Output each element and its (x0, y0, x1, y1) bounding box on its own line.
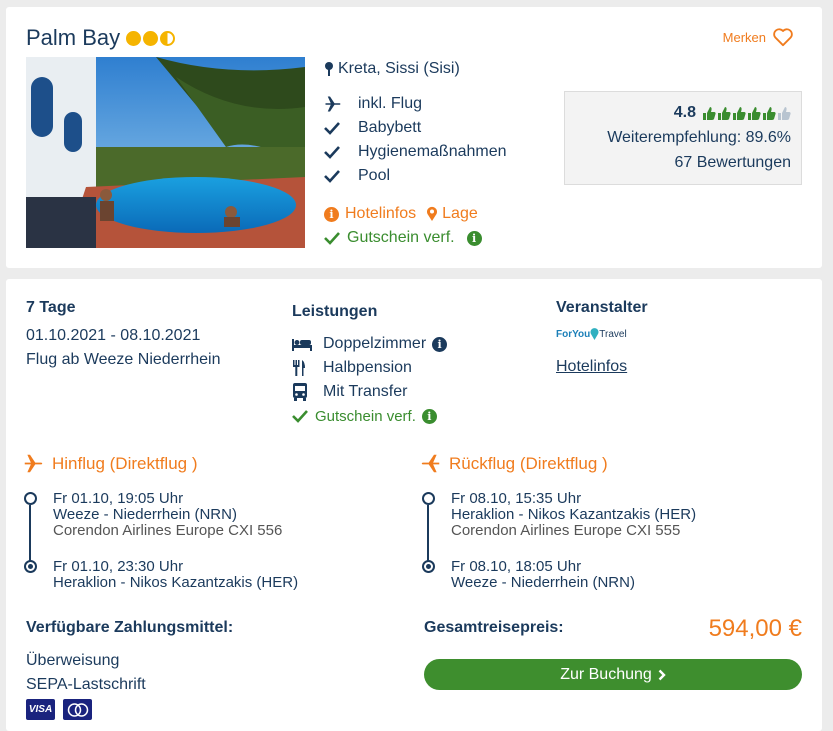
check-icon (324, 170, 340, 183)
feature-hygiene: Hygienemaßnahmen (324, 140, 507, 164)
payment-title: Verfügbare Zahlungsmittel: (26, 619, 234, 636)
outbound-arrival: Fr 01.10, 23:30 Uhr Heraklion - Nikos Ka… (53, 558, 299, 591)
total-price: 594,00 € (708, 615, 802, 642)
return-arrival: Fr 08.10, 18:05 Uhr Weeze - Niederrhein … (451, 558, 635, 591)
thumb-up-filled-icon (703, 106, 716, 120)
thumb-up-filled-icon (763, 106, 776, 120)
offer-card: 7 Tage 01.10.2021 - 08.10.2021 Flug ab W… (6, 279, 822, 731)
service-room: Doppelzimmer i (292, 332, 448, 356)
thumb-up-empty-icon (778, 106, 791, 120)
check-icon (324, 122, 340, 135)
cutlery-icon (293, 360, 305, 376)
check-icon (324, 232, 340, 245)
rating-box[interactable]: 4.8 Weiterempfehlung: 89.6% 67 Bewertung… (564, 91, 802, 185)
feature-label: Hygienemaßnahmen (358, 143, 507, 160)
book-button[interactable]: Zur Buchung (424, 659, 802, 690)
timeline-line (29, 505, 31, 562)
merken-button[interactable]: Merken (723, 27, 794, 47)
lage-link[interactable]: Lage (426, 205, 478, 223)
feature-babybett: Babybett (324, 116, 507, 140)
thumbs-rating (702, 106, 791, 121)
half-sun-icon (160, 30, 176, 46)
pin-icon (590, 328, 599, 340)
services-list: Doppelzimmer i Halbpension Mit Transfer … (292, 332, 448, 428)
payment-logos: VISA (26, 699, 92, 720)
timeline-end-dot (24, 560, 37, 573)
feature-label: Babybett (358, 119, 422, 136)
services-title: Leistungen (292, 303, 378, 320)
voucher-row: Gutschein verf. i (324, 226, 482, 250)
feature-list: inkl. Flug Babybett Hygienemaßnahmen Poo… (324, 92, 507, 188)
payment-method: Überweisung (26, 652, 120, 669)
service-board: Halbpension (292, 356, 447, 380)
sun-icon (143, 30, 159, 46)
info-icon[interactable]: i (466, 230, 482, 246)
plane-icon (325, 96, 341, 112)
duration: 7 Tage (26, 299, 76, 316)
location: Kreta, Sissi (Sisi) (324, 60, 460, 78)
timeline-end-dot (422, 560, 435, 573)
outbound-departure: Fr 01.10, 19:05 Uhr Weeze - Niederrhein … (53, 490, 283, 539)
outbound-title: Hinflug (Direktflug ) (52, 453, 198, 473)
check-icon (292, 410, 308, 423)
operator-hotelinfos-link[interactable]: Hotelinfos (556, 358, 627, 376)
mastercard-icon (63, 699, 92, 720)
return-title: Rückflug (Direktflug ) (449, 453, 608, 473)
info-icon[interactable]: i (421, 408, 437, 424)
hotelinfos-link[interactable]: i Hotelinfos (324, 205, 416, 223)
operator-title: Veranstalter (556, 299, 648, 316)
location-text: Kreta, Sissi (Sisi) (338, 60, 460, 77)
feature-label: Pool (358, 167, 391, 184)
travel-dates: 01.10.2021 - 08.10.2021 (26, 327, 201, 344)
hotel-name[interactable]: Palm Bay (26, 25, 120, 51)
feature-label: inkl. Flug (358, 95, 423, 112)
total-label: Gesamtreisepreis: (424, 619, 564, 636)
return-header: Rückflug (Direktflug ) (420, 453, 608, 474)
sun-icon (126, 30, 142, 46)
merken-label: Merken (722, 29, 766, 45)
heart-icon (773, 28, 793, 47)
return-departure: Fr 08.10, 15:35 Uhr Heraklion - Nikos Ka… (451, 490, 697, 539)
outbound-header: Hinflug (Direktflug ) (23, 453, 198, 474)
timeline-start-dot (24, 492, 37, 505)
hotel-card: Palm Bay Merken Kreta, Sissi (Sisi) inkl… (6, 7, 822, 268)
thumb-up-filled-icon (718, 106, 731, 120)
hotel-title[interactable]: Palm Bay (26, 25, 176, 51)
hotel-links: i Hotelinfos Lage Gutschein verf. i (324, 202, 482, 250)
service-voucher: Gutschein verf. i (292, 404, 447, 428)
info-icon: i (324, 206, 339, 222)
service-transfer: Mit Transfer (292, 380, 447, 404)
hotel-image[interactable] (26, 57, 305, 248)
plane-icon (24, 454, 43, 473)
reviews-count[interactable]: 67 Bewertungen (565, 154, 791, 172)
departure-airport: Flug ab Weeze Niederrhein (26, 351, 221, 368)
operator-logo: ForYou Travel (556, 328, 627, 340)
thumb-up-filled-icon (733, 106, 746, 120)
feature-flight: inkl. Flug (324, 92, 507, 116)
timeline-line (427, 505, 429, 562)
info-icon[interactable]: i (432, 336, 448, 352)
feature-pool: Pool (324, 164, 507, 188)
payment-method: SEPA-Lastschrift (26, 676, 146, 693)
sun-rating (126, 30, 176, 46)
map-pin-icon (325, 62, 333, 76)
recommendation-text: Weiterempfehlung: 89.6% (607, 129, 791, 146)
check-icon (324, 146, 340, 159)
map-pin-icon (427, 206, 438, 221)
bus-icon (293, 383, 307, 401)
thumb-up-filled-icon (748, 106, 761, 120)
rating-score: 4.8 (565, 104, 791, 122)
visa-icon: VISA (26, 699, 55, 720)
bed-icon (292, 339, 312, 351)
chevron-right-icon (658, 669, 666, 680)
plane-return-icon (421, 454, 440, 473)
voucher-label: Gutschein verf. (347, 229, 455, 246)
rating-value: 4.8 (673, 104, 696, 121)
timeline-start-dot (422, 492, 435, 505)
